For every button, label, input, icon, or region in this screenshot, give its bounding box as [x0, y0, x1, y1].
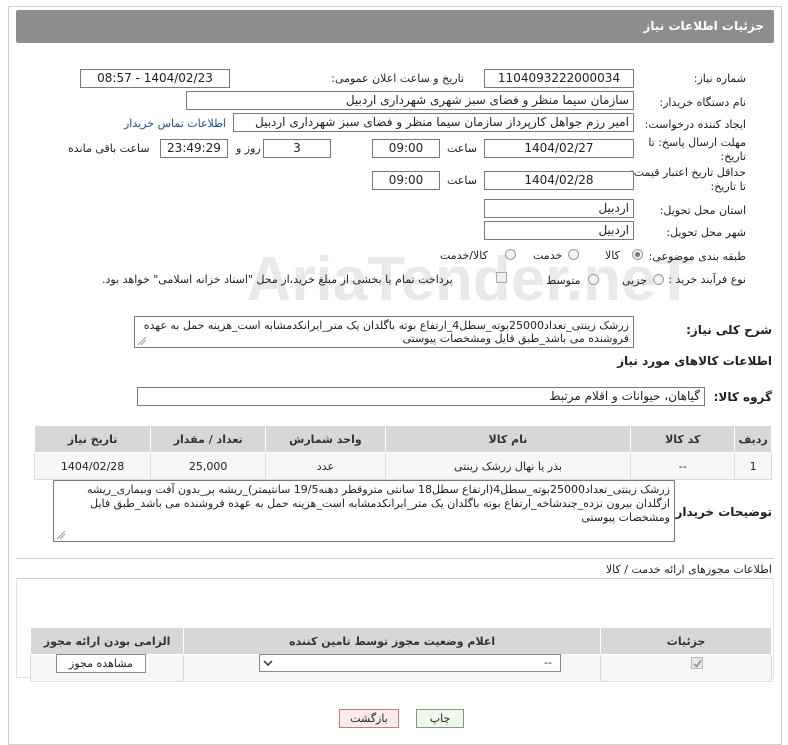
- back-button[interactable]: بازگشت: [339, 709, 399, 728]
- col-qty: تعداد / مقدار: [150, 425, 267, 453]
- cell-row: 1: [734, 452, 772, 480]
- col-name: نام کالا: [384, 425, 632, 453]
- summary-text: زرشک زینتی_تعداد25000بوته_سطل4_ارتفاع بو…: [143, 319, 629, 345]
- cell-date: 1404/02/28: [33, 452, 152, 480]
- deadline-label: مهلت ارسال پاسخ: تا تاریخ:: [648, 136, 746, 163]
- process-radio-minor[interactable]: [653, 274, 664, 285]
- province-label: استان محل تحویل:: [659, 204, 746, 217]
- goods-group-field: گیاهان، حیوانات و اقلام مرتبط: [137, 387, 705, 406]
- buyer-field: سازمان سیما منظر و فضای سبز شهری شهرداری…: [186, 91, 634, 110]
- validity-time-field: 09:00: [372, 171, 440, 190]
- deadline-time-field: 09:00: [372, 139, 440, 158]
- province-field: اردبیل: [484, 199, 634, 218]
- days-label: روز و: [236, 142, 261, 155]
- announce-datetime-field: 1404/02/23 - 08:57: [80, 69, 230, 88]
- buyer-notes-textarea[interactable]: زرشک زینتی_تعداد25000بوته_سطل4(ارتفاع سط…: [53, 480, 675, 542]
- chevron-down-icon: [263, 660, 273, 667]
- validity-date-field: 1404/02/28: [484, 171, 634, 190]
- city-label: شهر محل تحویل:: [666, 226, 746, 239]
- col-required: الزامی بودن ارائه مجوز: [29, 627, 185, 655]
- creator-label: ایجاد کننده درخواست:: [644, 118, 746, 131]
- goods-group-label: گروه کالا:: [713, 390, 772, 404]
- category-radio-goods[interactable]: [632, 249, 643, 260]
- buyer-notes-text: زرشک زینتی_تعداد25000بوته_سطل4(ارتفاع سط…: [87, 483, 670, 524]
- category-radio-service[interactable]: [568, 249, 579, 260]
- buyer-notes-label: توضیحات خریدار:: [670, 505, 772, 519]
- goods-table: ردیف کد کالا نام کالا واحد شمارش تعداد /…: [33, 425, 772, 480]
- print-button[interactable]: چاپ: [416, 709, 464, 728]
- validity-label: حداقل تاریخ اعتبار قیمت: تا تاریخ:: [630, 166, 746, 193]
- divider: [16, 558, 774, 559]
- details-cell: [600, 654, 772, 682]
- col-row: ردیف: [734, 425, 772, 453]
- permit-status-select[interactable]: --: [259, 654, 561, 672]
- deadline-time-label: ساعت: [447, 142, 477, 155]
- col-status: اعلام وضعیت مجوز توسط تامین کننده: [183, 627, 602, 655]
- category-option-service: خدمت: [533, 249, 563, 262]
- days-field: 3: [263, 139, 331, 158]
- deadline-date-field: 1404/02/27: [484, 139, 634, 158]
- process-label: نوع فرآیند خرید :: [668, 273, 746, 286]
- permits-table-header: جزئیات اعلام وضعیت مجوز توسط تامین کننده…: [29, 627, 772, 655]
- goods-section-title: اطلاعات کالاهای مورد نیاز: [617, 354, 772, 368]
- resize-grip-icon[interactable]: [57, 531, 65, 539]
- cell-code: --: [630, 452, 736, 480]
- view-permit-button[interactable]: مشاهده مجوز: [56, 654, 146, 673]
- cell-name: بذر یا نهال زرشک زینتی: [384, 452, 632, 480]
- category-option-goods: کالا: [605, 249, 620, 262]
- creator-field: امیر رزم جواهل کارپرداز سازمان سیما منظر…: [233, 113, 634, 132]
- col-date: تاریخ نیاز: [33, 425, 152, 453]
- category-radio-both[interactable]: [505, 249, 516, 260]
- col-unit: واحد شمارش: [265, 425, 386, 453]
- cell-qty: 25,000: [150, 452, 267, 480]
- remaining-label: ساعت باقی مانده: [68, 142, 150, 155]
- buyer-label: نام دستگاه خریدار:: [659, 96, 746, 109]
- city-field: اردبیل: [484, 221, 634, 240]
- remaining-time-field: 23:49:29: [160, 139, 228, 158]
- col-code: کد کالا: [630, 425, 736, 453]
- permits-section-title: اطلاعات مجوزهای ارائه خدمت / کالا: [605, 563, 772, 576]
- payment-checkbox[interactable]: [496, 272, 507, 283]
- summary-label: شرح کلی نیاز:: [686, 323, 772, 337]
- page-title: جزئیات اطلاعات نیاز: [16, 10, 774, 43]
- cell-unit: عدد: [265, 452, 386, 480]
- check-icon: [693, 660, 702, 668]
- permit-status-value: --: [544, 656, 552, 669]
- category-option-both: کالا/خدمت: [440, 249, 488, 262]
- validity-time-label: ساعت: [447, 174, 477, 187]
- process-option-medium: متوسط: [546, 274, 581, 287]
- goods-table-header: ردیف کد کالا نام کالا واحد شمارش تعداد /…: [33, 425, 772, 453]
- process-option-minor: جزیی: [622, 274, 648, 287]
- need-number-label: شماره نیاز:: [693, 72, 746, 85]
- required-checkbox: [691, 657, 703, 669]
- payment-note: پرداخت تمام یا بخشی از مبلغ خرید،از محل …: [102, 273, 453, 286]
- col-details: جزئیات: [600, 627, 772, 655]
- category-label: طبقه بندی موضوعی:: [648, 250, 746, 263]
- process-radio-medium[interactable]: [588, 274, 599, 285]
- buyer-contact-link[interactable]: اطلاعات تماس خریدار: [124, 117, 226, 130]
- need-number-field: 1104093222000034: [484, 69, 634, 88]
- table-row: 1 -- بذر یا نهال زرشک زینتی عدد 25,000 1…: [33, 452, 772, 480]
- summary-textarea[interactable]: زرشک زینتی_تعداد25000بوته_سطل4_ارتفاع بو…: [134, 316, 634, 348]
- announce-label: تاریخ و ساعت اعلان عمومی:: [331, 72, 464, 85]
- resize-grip-icon[interactable]: [138, 337, 146, 345]
